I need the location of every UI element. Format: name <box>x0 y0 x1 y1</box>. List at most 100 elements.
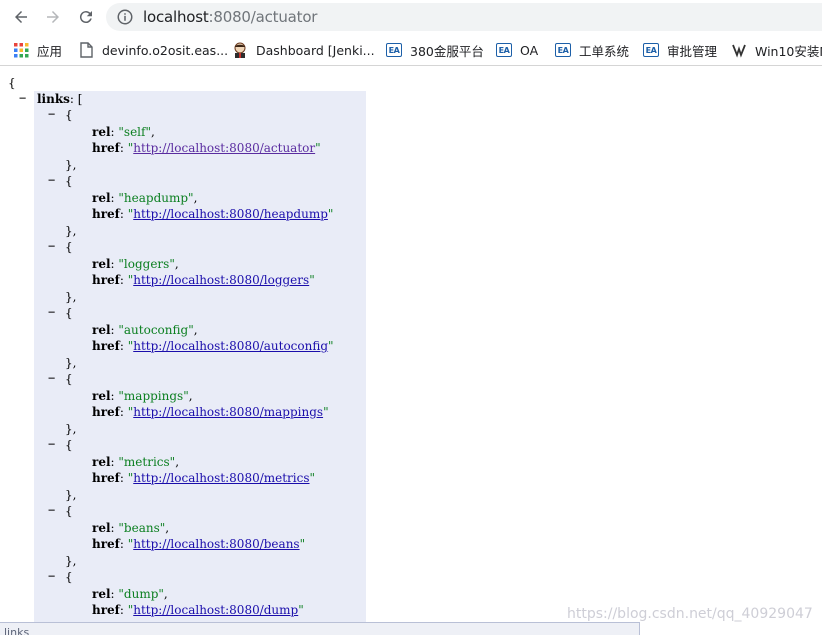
json-href-line: href: "http://localhost:8080/metrics" <box>92 471 316 485</box>
collapse-toggle[interactable]: − <box>48 569 55 583</box>
collapse-toggle[interactable]: − <box>48 371 55 385</box>
ea-logo-icon: EA <box>386 42 402 58</box>
bookmark-label: Win10安装M <box>755 43 822 59</box>
json-key-href: href <box>92 603 120 617</box>
collapse-toggle[interactable]: − <box>19 91 26 105</box>
back-button[interactable] <box>9 5 33 29</box>
rel-value: mappings <box>123 388 184 403</box>
json-item-close-line: }, <box>65 421 76 437</box>
watermark: https://blog.csdn.net/qq_40929047 <box>567 606 813 622</box>
rel-value: self <box>123 124 146 139</box>
href-link[interactable]: http://localhost:8080/actuator <box>133 141 315 155</box>
bookmark-win10[interactable]: Win10安装M <box>731 40 822 60</box>
bookmark-label: 380金服平台 <box>410 43 484 59</box>
href-link[interactable]: http://localhost:8080/heapdump <box>133 207 328 221</box>
collapse-toggle[interactable]: − <box>48 305 55 319</box>
json-string-href: "http://localhost:8080/actuator" <box>127 141 321 155</box>
json-key-rel: rel <box>92 256 111 271</box>
href-link[interactable]: http://localhost:8080/beans <box>133 537 299 551</box>
json-string-href: "http://localhost:8080/dump" <box>127 603 304 617</box>
json-item-close-line: }, <box>65 553 76 569</box>
collapse-toggle[interactable]: − <box>48 107 55 121</box>
info-icon[interactable] <box>116 8 134 26</box>
rel-value: heapdump <box>123 190 189 205</box>
bookmark-apps[interactable]: 应用 <box>13 40 62 60</box>
bookmark-label: 工单系统 <box>579 43 630 59</box>
json-item-open-line: { <box>65 239 73 255</box>
ea-logo-icon: EA <box>555 42 571 58</box>
json-key-href: href <box>92 273 120 287</box>
arrow-left-icon <box>15 11 27 23</box>
href-link[interactable]: http://localhost:8080/mappings <box>133 405 323 419</box>
json-rel-line: rel: "dump", <box>92 586 168 601</box>
json-item-open-line: { <box>65 371 73 387</box>
href-link[interactable]: http://localhost:8080/dump <box>133 603 298 617</box>
href-link[interactable]: http://localhost:8080/autoconfig <box>133 339 328 353</box>
jenkins-icon <box>232 42 248 58</box>
collapse-toggle[interactable]: − <box>48 239 55 253</box>
url-host: localhost <box>143 8 209 26</box>
href-link[interactable]: http://localhost:8080/metrics <box>133 471 309 485</box>
bookmark-ticket-system[interactable]: EA 工单系统 <box>555 40 629 60</box>
url-path: :8080/actuator <box>208 8 318 26</box>
json-string-href: "http://localhost:8080/autoconfig" <box>127 339 334 353</box>
json-key-rel: rel <box>92 322 111 337</box>
bookmark-380-platform[interactable]: EA 380金服平台 <box>386 40 484 60</box>
json-key-href: href <box>92 405 120 419</box>
collapse-toggle[interactable]: − <box>48 173 55 187</box>
collapse-toggle[interactable]: − <box>48 437 55 451</box>
json-href-line: href: "http://localhost:8080/dump" <box>92 603 304 617</box>
arrow-right-icon <box>47 11 59 23</box>
json-string-rel: "loggers" <box>118 256 175 271</box>
tool-icon <box>731 42 747 58</box>
json-href-line: href: "http://localhost:8080/autoconfig" <box>92 339 334 353</box>
json-href-line: href: "http://localhost:8080/loggers" <box>92 273 315 287</box>
ea-logo-icon: EA <box>496 42 512 58</box>
status-bar: links <box>0 622 640 635</box>
bookmark-oa[interactable]: EA OA <box>496 40 538 60</box>
collapse-toggle[interactable]: − <box>48 503 55 517</box>
json-item-close: }, <box>65 355 77 370</box>
apps-grid-icon <box>13 42 29 58</box>
bookmark-devinfo[interactable]: devinfo.o2osit.eas... <box>78 40 228 60</box>
json-rel-line: rel: "beans", <box>92 520 170 535</box>
json-item-open: { <box>65 306 73 320</box>
bookmark-jenkins[interactable]: Dashboard [Jenki... <box>232 40 375 60</box>
href-link[interactable]: http://localhost:8080/loggers <box>133 273 309 287</box>
json-rel-line: rel: "self", <box>92 124 155 139</box>
json-string-href: "http://localhost:8080/heapdump" <box>127 207 334 221</box>
rel-value: beans <box>123 520 160 535</box>
bookmark-label: devinfo.o2osit.eas... <box>102 42 229 58</box>
bookmark-label: Dashboard [Jenki... <box>256 42 375 58</box>
json-item-open-line: { <box>65 437 73 453</box>
json-item-close-line: }, <box>65 157 76 173</box>
json-string-rel: "heapdump" <box>118 190 194 205</box>
address-bar[interactable]: localhost:8080/actuator <box>106 3 822 31</box>
page-content: { − links: [ −{rel: "self", href: "http:/… <box>0 67 822 625</box>
bookmark-label: OA <box>520 42 539 58</box>
json-open-bracket: [ <box>77 92 83 106</box>
json-key-links: links <box>37 92 70 106</box>
json-item-open-line: { <box>65 173 73 189</box>
json-item-open-line: { <box>65 305 73 321</box>
json-item-close: }, <box>65 289 77 304</box>
reload-button[interactable] <box>74 5 98 29</box>
json-string-rel: "dump" <box>118 586 164 601</box>
json-item-close-line: }, <box>65 355 76 371</box>
bookmark-label: 应用 <box>37 43 63 59</box>
json-key-href: href <box>92 471 120 485</box>
json-rel-line: rel: "loggers", <box>92 256 179 271</box>
json-key-rel: rel <box>92 454 111 469</box>
json-item-close: }, <box>65 487 77 502</box>
json-item-close: }, <box>65 223 77 238</box>
json-item-open: { <box>65 174 73 188</box>
json-item-open-line: { <box>65 503 73 519</box>
json-links-line: links: [ <box>37 92 83 106</box>
json-item-open: { <box>65 570 73 584</box>
bookmark-approval[interactable]: EA 审批管理 <box>643 40 717 60</box>
forward-button[interactable] <box>41 5 65 29</box>
url-text[interactable]: localhost:8080/actuator <box>143 8 317 26</box>
json-string-rel: "autoconfig" <box>118 322 194 337</box>
json-key-rel: rel <box>92 388 111 403</box>
json-string-rel: "metrics" <box>118 454 176 469</box>
